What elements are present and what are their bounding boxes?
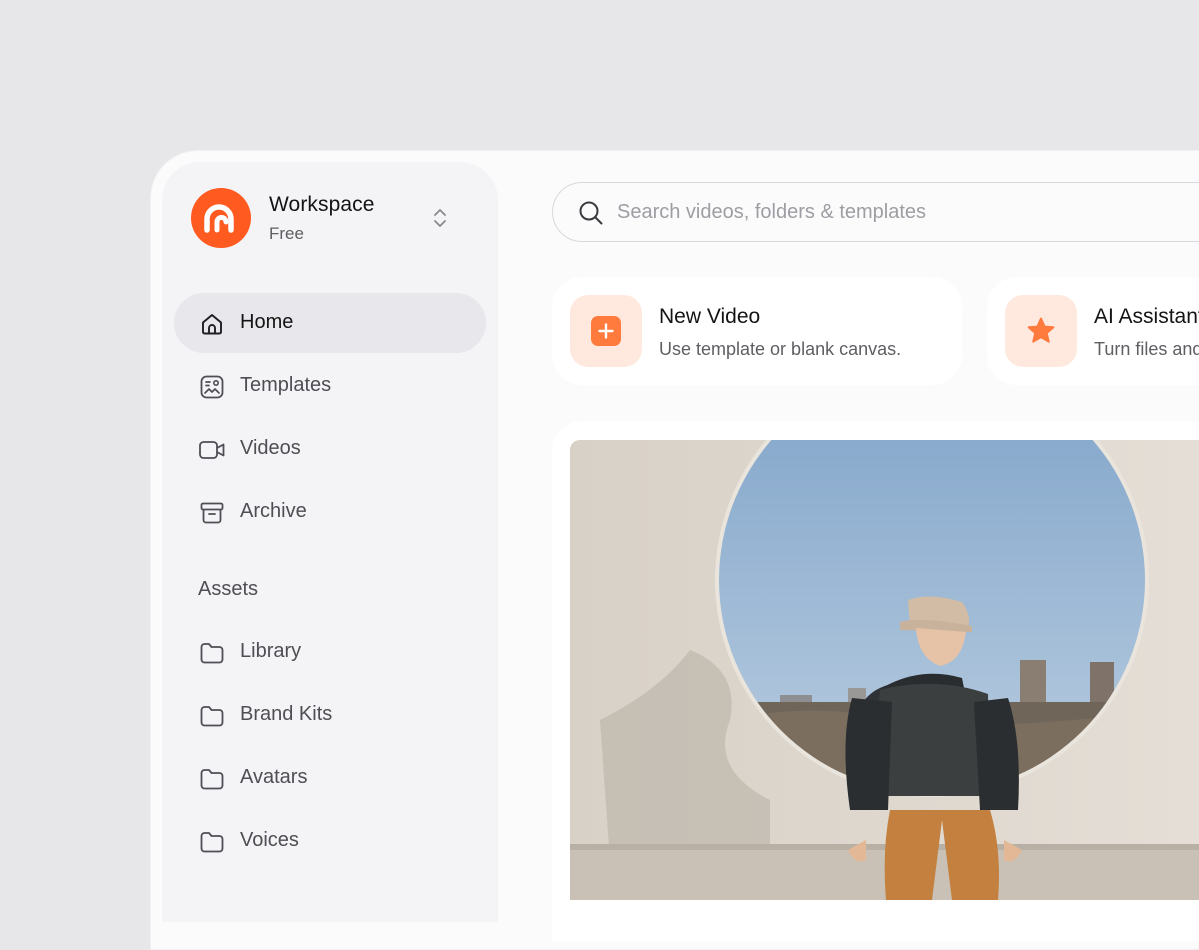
search-input[interactable] <box>617 197 1199 227</box>
sidebar-item-label: Avatars <box>240 766 308 788</box>
sidebar-item-label: Voices <box>240 829 299 851</box>
assets-section-heading: Assets <box>198 578 259 600</box>
sidebar-item-videos[interactable]: Videos <box>174 419 486 479</box>
folder-icon <box>198 702 226 730</box>
video-preview-image[interactable] <box>570 440 1199 900</box>
archive-box-icon <box>198 499 226 527</box>
sidebar: Workspace Free Home Templates Videos Arc… <box>162 162 498 922</box>
search-icon <box>577 199 605 227</box>
card-description: Turn files and <box>1094 339 1199 359</box>
sidebar-item-brand-kits[interactable]: Brand Kits <box>174 685 486 745</box>
workspace-name: Workspace <box>269 193 375 216</box>
workspace-logo-icon[interactable] <box>191 188 251 248</box>
folder-icon <box>198 828 226 856</box>
search-bar[interactable] <box>552 182 1199 242</box>
new-video-card[interactable]: New Video Use template or blank canvas. <box>552 277 962 385</box>
card-title: New Video <box>659 305 761 328</box>
folder-icon <box>198 765 226 793</box>
video-camera-icon <box>198 436 226 464</box>
sidebar-item-label: Templates <box>240 374 332 396</box>
templates-icon <box>198 373 226 401</box>
sidebar-item-archive[interactable]: Archive <box>174 482 486 542</box>
sidebar-item-avatars[interactable]: Avatars <box>174 748 486 808</box>
sidebar-item-library[interactable]: Library <box>174 622 486 682</box>
card-title: AI Assistant <box>1094 305 1199 328</box>
sidebar-item-label: Library <box>240 640 302 662</box>
ai-assistant-card[interactable]: AI Assistant Turn files and <box>987 277 1199 385</box>
star-icon <box>1005 295 1077 367</box>
sidebar-item-label: Archive <box>240 500 307 522</box>
folder-icon <box>198 639 226 667</box>
sidebar-item-templates[interactable]: Templates <box>174 356 486 416</box>
sidebar-item-home[interactable]: Home <box>174 293 486 353</box>
sidebar-item-voices[interactable]: Voices <box>174 811 486 871</box>
workspace-plan: Free <box>269 224 304 243</box>
sidebar-item-label: Brand Kits <box>240 703 333 725</box>
plus-square-icon <box>570 295 642 367</box>
home-icon <box>198 310 226 338</box>
workspace-switcher-chevrons-icon[interactable] <box>428 204 452 232</box>
sidebar-item-label: Home <box>240 311 294 333</box>
sidebar-item-label: Videos <box>240 437 301 459</box>
card-description: Use template or blank canvas. <box>659 339 902 359</box>
